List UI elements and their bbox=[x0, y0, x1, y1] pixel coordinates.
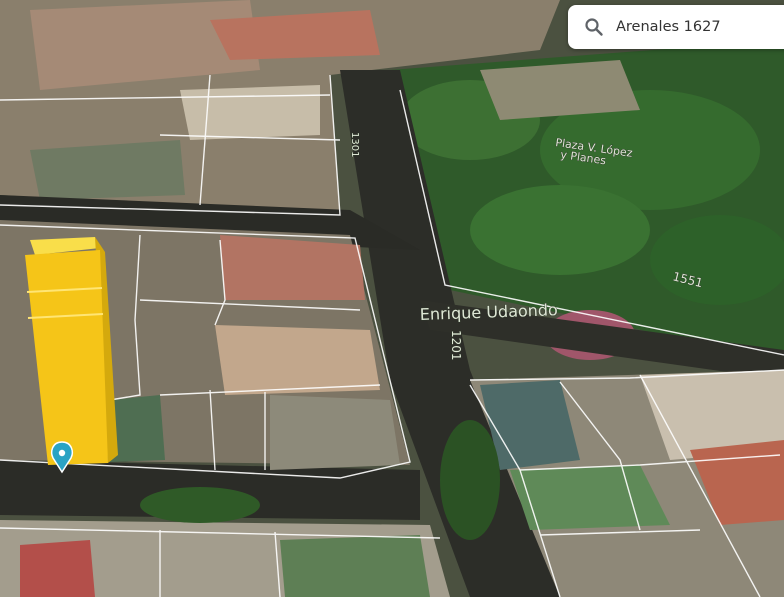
rooftops bbox=[20, 540, 95, 597]
street-trees bbox=[140, 487, 260, 523]
rooftops bbox=[30, 140, 185, 200]
street-number-label: 1201 bbox=[449, 330, 463, 361]
rooftops bbox=[220, 235, 365, 300]
rooftops bbox=[270, 395, 400, 470]
search-input[interactable]: Arenales 1627 bbox=[616, 19, 721, 35]
search-icon[interactable] bbox=[584, 17, 604, 37]
satellite-map[interactable]: Enrique Udaondo Plaza V. López y Planes … bbox=[0, 0, 784, 597]
search-bar[interactable]: Arenales 1627 bbox=[568, 5, 784, 49]
rooftops bbox=[110, 395, 165, 462]
plaza bbox=[480, 60, 640, 120]
rooftops bbox=[215, 325, 380, 395]
tree-canopy bbox=[470, 185, 650, 275]
tree-canopy bbox=[650, 215, 784, 305]
rooftops bbox=[180, 85, 320, 140]
rooftops bbox=[280, 535, 430, 597]
street-trees bbox=[440, 420, 500, 540]
street-number-label: 1301 bbox=[349, 132, 360, 157]
